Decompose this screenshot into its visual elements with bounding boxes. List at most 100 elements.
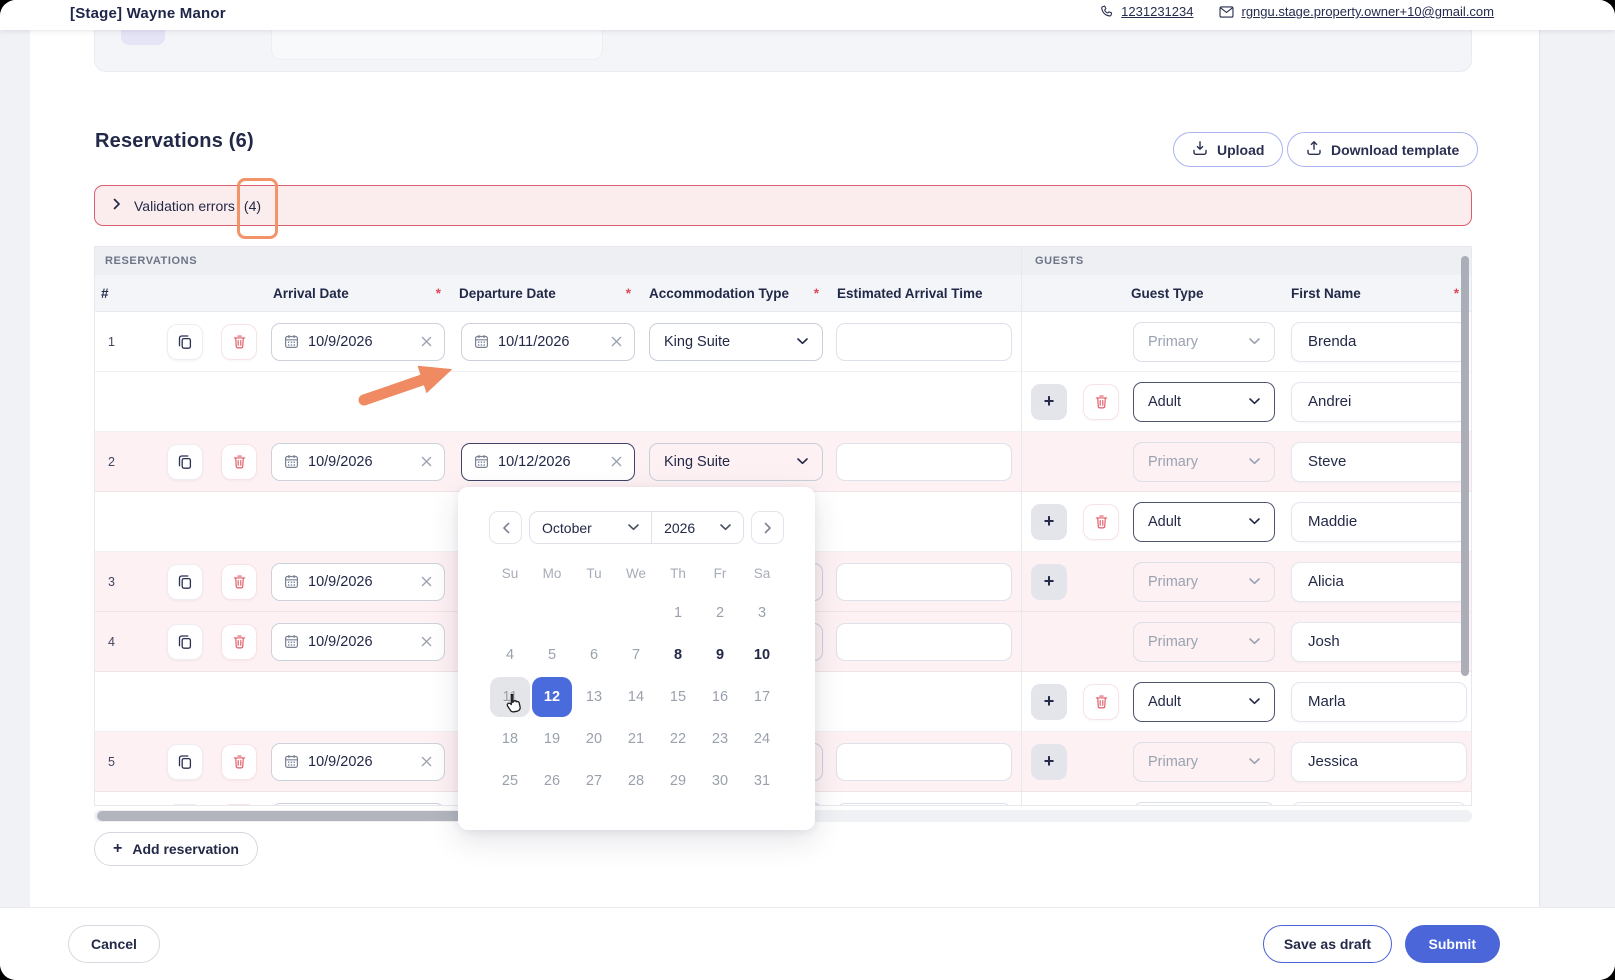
vertical-scrollbar-thumb[interactable] xyxy=(1461,256,1469,676)
arrival-date-input[interactable]: 10/9/2026 xyxy=(271,623,445,661)
cancel-button[interactable]: Cancel xyxy=(68,925,160,963)
first-name-input[interactable]: Alicia xyxy=(1291,562,1467,602)
delete-reservation-button[interactable] xyxy=(221,564,257,600)
clear-icon[interactable] xyxy=(611,456,622,467)
email-link[interactable]: rgngu.stage.property.owner+10@gmail.com xyxy=(1219,4,1494,19)
calendar-day-29[interactable]: 29 xyxy=(658,761,698,801)
calendar-day-30[interactable]: 30 xyxy=(700,761,740,801)
estimated-arrival-time-input[interactable] xyxy=(836,323,1012,361)
calendar-day-21[interactable]: 21 xyxy=(616,719,656,759)
estimated-arrival-time-input[interactable] xyxy=(836,623,1012,661)
arrival-date-input[interactable]: 10/9/2026 xyxy=(271,563,445,601)
calendar-day-13[interactable]: 13 xyxy=(574,677,614,717)
calendar-day-2[interactable]: 2 xyxy=(700,593,740,633)
guest-type-select[interactable]: Adult xyxy=(1133,682,1275,722)
add-guest-button[interactable]: + xyxy=(1031,384,1067,420)
calendar-day-14[interactable]: 14 xyxy=(616,677,656,717)
calendar-day-18[interactable]: 18 xyxy=(490,719,530,759)
accommodation-type-select[interactable]: King Suite xyxy=(649,443,823,481)
calendar-next-button[interactable] xyxy=(751,511,784,544)
first-name-input[interactable]: Brenda xyxy=(1291,322,1467,362)
validation-errors-banner[interactable]: Validation errors (4) xyxy=(94,185,1472,226)
calendar-day-28[interactable]: 28 xyxy=(616,761,656,801)
calendar-day-19[interactable]: 19 xyxy=(532,719,572,759)
delete-reservation-button[interactable] xyxy=(221,444,257,480)
departure-date-input[interactable]: 10/12/2026 xyxy=(461,443,635,481)
add-reservation-button[interactable]: + Add reservation xyxy=(94,832,258,866)
first-name-input[interactable]: Maddie xyxy=(1291,502,1467,542)
guest-type-select[interactable]: Primary xyxy=(1133,322,1275,362)
calendar-day-1[interactable]: 1 xyxy=(658,593,698,633)
calendar-year-select[interactable]: 2026 xyxy=(652,512,743,543)
copy-reservation-button[interactable] xyxy=(167,744,203,780)
phone-link[interactable]: 1231231234 xyxy=(1100,4,1193,19)
copy-reservation-button[interactable] xyxy=(167,624,203,660)
delete-reservation-button[interactable] xyxy=(221,804,257,807)
calendar-day-7[interactable]: 7 xyxy=(616,635,656,675)
delete-reservation-button[interactable] xyxy=(221,324,257,360)
arrival-date-input[interactable]: 10/9/2026 xyxy=(271,743,445,781)
save-as-draft-button[interactable]: Save as draft xyxy=(1263,925,1392,963)
estimated-arrival-time-input[interactable] xyxy=(836,563,1012,601)
clear-icon[interactable] xyxy=(611,336,622,347)
calendar-day-31[interactable]: 31 xyxy=(742,761,782,801)
calendar-day-17[interactable]: 17 xyxy=(742,677,782,717)
calendar-day-12[interactable]: 12 xyxy=(532,677,572,717)
copy-reservation-button[interactable] xyxy=(167,564,203,600)
clear-icon[interactable] xyxy=(421,636,432,647)
calendar-day-6[interactable]: 6 xyxy=(574,635,614,675)
clear-icon[interactable] xyxy=(421,576,432,587)
first-name-input[interactable] xyxy=(1291,802,1467,807)
delete-guest-button[interactable] xyxy=(1083,684,1119,720)
calendar-prev-button[interactable] xyxy=(489,511,522,544)
calendar-day-20[interactable]: 20 xyxy=(574,719,614,759)
estimated-arrival-time-input[interactable] xyxy=(836,443,1012,481)
calendar-month-select[interactable]: October xyxy=(530,512,652,543)
calendar-day-23[interactable]: 23 xyxy=(700,719,740,759)
departure-date-input[interactable]: 10/11/2026 xyxy=(461,323,635,361)
first-name-input[interactable]: Marla xyxy=(1291,682,1467,722)
calendar-day-10[interactable]: 10 xyxy=(742,635,782,675)
estimated-arrival-time-input[interactable] xyxy=(836,743,1012,781)
estimated-arrival-time-input[interactable] xyxy=(836,803,1012,807)
guest-type-select[interactable]: Adult xyxy=(1133,382,1275,422)
calendar-day-26[interactable]: 26 xyxy=(532,761,572,801)
first-name-input[interactable]: Andrei xyxy=(1291,382,1467,422)
copy-reservation-button[interactable] xyxy=(167,324,203,360)
add-guest-button[interactable]: + xyxy=(1031,564,1067,600)
guest-type-select[interactable]: Adult xyxy=(1133,502,1275,542)
copy-reservation-button[interactable] xyxy=(167,444,203,480)
first-name-input[interactable]: Jessica xyxy=(1291,742,1467,782)
calendar-day-5[interactable]: 5 xyxy=(532,635,572,675)
first-name-input[interactable]: Josh xyxy=(1291,622,1467,662)
calendar-day-4[interactable]: 4 xyxy=(490,635,530,675)
clear-icon[interactable] xyxy=(421,756,432,767)
delete-guest-button[interactable] xyxy=(1083,384,1119,420)
calendar-day-8[interactable]: 8 xyxy=(658,635,698,675)
accommodation-type-select[interactable]: King Suite xyxy=(649,323,823,361)
calendar-day-22[interactable]: 22 xyxy=(658,719,698,759)
calendar-day-3[interactable]: 3 xyxy=(742,593,782,633)
guest-type-select[interactable]: Primary xyxy=(1133,442,1275,482)
calendar-day-25[interactable]: 25 xyxy=(490,761,530,801)
calendar-day-15[interactable]: 15 xyxy=(658,677,698,717)
delete-guest-button[interactable] xyxy=(1083,504,1119,540)
calendar-day-16[interactable]: 16 xyxy=(700,677,740,717)
add-guest-button[interactable]: + xyxy=(1031,684,1067,720)
calendar-day-11[interactable]: 11 xyxy=(490,677,530,717)
add-guest-button[interactable]: + xyxy=(1031,744,1067,780)
arrival-date-input[interactable] xyxy=(271,803,445,807)
clear-icon[interactable] xyxy=(421,336,432,347)
add-guest-button[interactable]: + xyxy=(1031,504,1067,540)
calendar-day-27[interactable]: 27 xyxy=(574,761,614,801)
calendar-day-9[interactable]: 9 xyxy=(700,635,740,675)
guest-type-select[interactable]: Primary xyxy=(1133,622,1275,662)
guest-type-select[interactable] xyxy=(1133,802,1275,807)
upload-button[interactable]: Upload xyxy=(1173,132,1283,167)
first-name-input[interactable]: Steve xyxy=(1291,442,1467,482)
arrival-date-input[interactable]: 10/9/2026 xyxy=(271,443,445,481)
clear-icon[interactable] xyxy=(421,456,432,467)
delete-reservation-button[interactable] xyxy=(221,624,257,660)
guest-type-select[interactable]: Primary xyxy=(1133,742,1275,782)
guest-type-select[interactable]: Primary xyxy=(1133,562,1275,602)
